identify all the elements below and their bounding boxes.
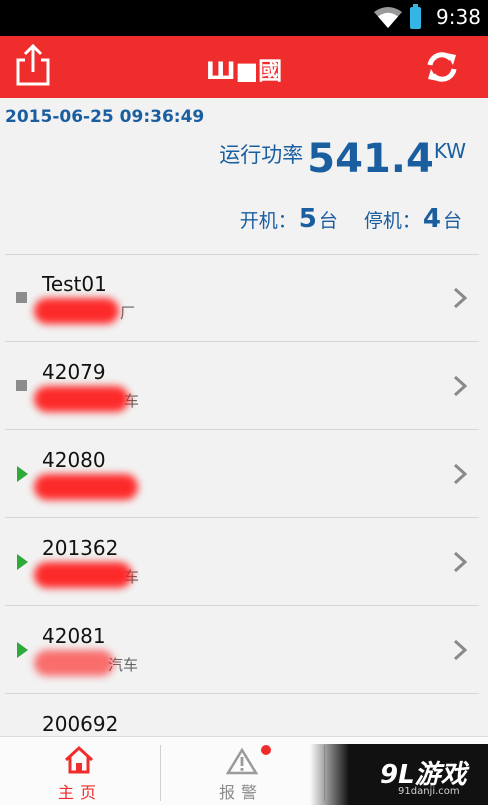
chevron-right-icon (453, 463, 468, 485)
battery-icon (410, 4, 421, 29)
clock: 9:38 (436, 5, 481, 29)
home-icon (64, 745, 94, 774)
notification-badge (261, 745, 271, 755)
machine-counts: 开机：5 台停机：4 台 (240, 204, 462, 234)
device-name: 42080 (42, 448, 106, 472)
app-header: Ш■國 (0, 36, 488, 98)
tab-alarm[interactable]: 报警 (161, 737, 321, 805)
chevron-right-icon (453, 287, 468, 309)
tab-label: 报警 (218, 783, 263, 802)
tab-home[interactable]: 主页 (0, 737, 160, 805)
stopped-count: 4 (422, 204, 441, 234)
list-item[interactable]: 42081 汽车 (0, 606, 488, 694)
watermark-url: 91danji.com (398, 786, 460, 797)
running-status-icon (17, 466, 28, 482)
list-item[interactable]: 201362 车 (0, 518, 488, 606)
redaction-mark (34, 298, 119, 324)
device-name: Test01 (42, 272, 107, 296)
chevron-right-icon (453, 551, 468, 573)
site-watermark: 9L游戏 91danji.com (310, 744, 488, 805)
status-bar: 9:38 (0, 0, 488, 36)
power-label: 运行功率 (219, 143, 304, 167)
list-item[interactable]: 200692 (0, 694, 488, 736)
device-name: 201362 (42, 536, 119, 560)
stopped-unit: 台 (442, 210, 462, 232)
chevron-right-icon (453, 639, 468, 661)
device-name: 42081 (42, 624, 106, 648)
stopped-status-icon (16, 380, 27, 391)
update-timestamp: 2015-06-25 09:36:49 (5, 107, 205, 127)
alert-triangle-icon (226, 747, 258, 775)
power-unit: KW (433, 139, 466, 163)
list-item[interactable]: Test01 厂 (0, 254, 488, 342)
page-title: Ш■國 (205, 57, 283, 85)
list-item[interactable]: 42079 车 (0, 342, 488, 430)
device-desc: 厂 (120, 304, 136, 322)
running-label: 开机： (239, 210, 297, 232)
redaction-mark (34, 650, 114, 676)
redaction-mark (34, 386, 129, 412)
stopped-label: 停机： (363, 210, 421, 232)
device-name: 200692 (42, 712, 119, 736)
chevron-right-icon (453, 375, 468, 397)
summary-panel: 2015-06-25 09:36:49 运行功率 541.4KW 开机：5 台停机：… (0, 98, 488, 254)
power-value: 541.4 (307, 136, 434, 182)
tab-label: 主页 (57, 783, 102, 802)
redaction-mark (34, 474, 138, 500)
wifi-icon (374, 7, 402, 28)
redaction-mark (34, 562, 132, 588)
running-count: 5 (298, 204, 317, 234)
device-name: 42079 (42, 360, 106, 384)
running-status-icon (17, 642, 28, 658)
power-readout: 运行功率 541.4KW (219, 136, 466, 182)
running-unit: 台 (318, 210, 338, 232)
stopped-status-icon (16, 292, 27, 303)
list-item[interactable]: 42080 (0, 430, 488, 518)
refresh-icon[interactable] (424, 50, 460, 84)
running-status-icon (17, 554, 28, 570)
device-list: Test01 厂 42079 车 42080 201362 车 42081 汽车 (0, 254, 488, 736)
